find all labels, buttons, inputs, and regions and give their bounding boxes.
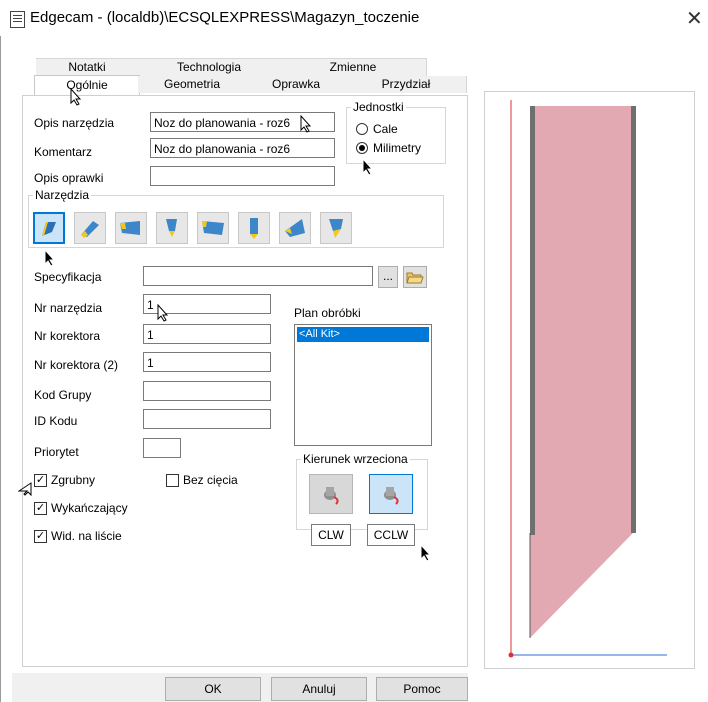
window-title: Edgecam - (localdb)\ECSQLEXPRESS\Magazyn… xyxy=(30,9,420,26)
mouse-cursor-icon xyxy=(18,482,32,496)
id-kodu-label: ID Kodu xyxy=(34,414,78,428)
mouse-cursor-icon xyxy=(420,544,432,562)
priorytet-field[interactable] xyxy=(143,438,181,458)
plan-listbox[interactable]: <All Kit> xyxy=(294,324,432,446)
wid-label: Wid. na liście xyxy=(51,529,122,543)
opis-oprawki-label: Opis oprawki xyxy=(34,171,104,185)
id-kodu-field[interactable] xyxy=(143,409,271,429)
wid-checkbox[interactable]: ✓ xyxy=(34,530,47,543)
tool-preview xyxy=(484,91,695,669)
kod-grupy-label: Kod Grupy xyxy=(34,388,92,402)
mouse-cursor-icon xyxy=(44,249,56,267)
plan-item-all-kit[interactable]: <All Kit> xyxy=(297,327,429,342)
help-button[interactable]: Pomoc xyxy=(376,677,468,701)
tool-insert-shape xyxy=(530,106,633,638)
tab-notatki[interactable]: Notatki xyxy=(36,58,139,76)
bez-ciecia-checkbox[interactable] xyxy=(166,474,179,487)
kod-grupy-field[interactable] xyxy=(143,381,271,401)
tool-drill-icon[interactable] xyxy=(238,212,270,244)
mouse-cursor-icon xyxy=(362,158,374,176)
komentarz-field[interactable]: Noz do planowania - roz6 xyxy=(150,138,335,158)
cclw-icon[interactable] xyxy=(369,474,413,514)
close-icon[interactable]: ✕ xyxy=(686,6,703,31)
specyfikacja-label: Specyfikacja xyxy=(34,270,102,284)
wykanczajacy-checkbox[interactable]: ✓ xyxy=(34,502,47,515)
tool-profiling-icon[interactable] xyxy=(279,212,311,244)
zgrubny-checkbox[interactable]: ✓ xyxy=(34,474,47,487)
nr-korektora-field[interactable]: 1 xyxy=(143,324,271,344)
preview-origin-point xyxy=(508,652,514,658)
komentarz-label: Komentarz xyxy=(34,145,93,159)
zgrubny-label: Zgrubny xyxy=(51,473,96,487)
bez-ciecia-label: Bez cięcia xyxy=(183,473,238,487)
opis-label: Opis narzędzia xyxy=(34,116,115,130)
mouse-cursor-icon xyxy=(70,88,82,106)
tab-oprawka[interactable]: Oprawka xyxy=(246,76,347,93)
window-border-left xyxy=(0,36,1,702)
specyfikacja-field[interactable] xyxy=(143,266,373,286)
priorytet-label: Priorytet xyxy=(34,445,79,459)
spindle-legend: Kierunek wrzeciona xyxy=(303,452,408,466)
app-icon xyxy=(10,11,25,28)
tool-turning-icon[interactable] xyxy=(33,212,65,244)
tab-ogolnie[interactable]: Ogólnie xyxy=(34,75,140,97)
tool-grooving-icon[interactable] xyxy=(74,212,106,244)
tab-przydzial[interactable]: Przydział xyxy=(346,76,467,93)
clw-icon[interactable] xyxy=(309,474,353,514)
tool-edge-left xyxy=(530,106,535,535)
tab-technologia[interactable]: Technologia xyxy=(138,58,281,76)
tab-geometria[interactable]: Geometria xyxy=(138,76,247,93)
browse-button[interactable]: ... xyxy=(378,266,398,288)
tool-custom-icon[interactable] xyxy=(320,212,352,244)
tool-parting-icon[interactable] xyxy=(115,212,147,244)
radio-cale[interactable] xyxy=(356,123,368,135)
opis-oprawki-field[interactable] xyxy=(150,166,335,186)
tool-threading-icon[interactable] xyxy=(156,212,188,244)
narzedzia-legend: Narzędzia xyxy=(35,188,90,202)
folder-open-icon[interactable] xyxy=(403,266,427,288)
wykanczajacy-label: Wykańczający xyxy=(51,501,128,515)
radio-milimetry-label: Milimetry xyxy=(373,141,421,155)
tab-zmienne[interactable]: Zmienne xyxy=(280,58,427,76)
units-legend: Jednostki xyxy=(353,100,404,114)
tool-boring-icon[interactable] xyxy=(197,212,229,244)
tool-edge-right xyxy=(631,106,636,533)
tool-preview-drawing xyxy=(508,100,667,658)
ok-button[interactable]: OK xyxy=(165,677,261,701)
nr-korektora2-label: Nr korektora (2) xyxy=(34,358,119,372)
nr-korektora2-field[interactable]: 1 xyxy=(143,352,271,372)
mouse-cursor-icon xyxy=(300,115,312,133)
nr-korektora-label: Nr korektora xyxy=(34,329,101,343)
title-bar: Edgecam - (localdb)\ECSQLEXPRESS\Magazyn… xyxy=(0,0,708,36)
cancel-button[interactable]: Anuluj xyxy=(271,677,367,701)
cclw-button[interactable]: CCLW xyxy=(367,524,415,546)
plan-label: Plan obróbki xyxy=(294,306,361,320)
mouse-cursor-icon xyxy=(157,304,169,322)
nr-narzedzia-label: Nr narzędzia xyxy=(34,301,103,315)
clw-button[interactable]: CLW xyxy=(311,524,351,546)
radio-milimetry[interactable] xyxy=(356,142,368,154)
radio-cale-label: Cale xyxy=(373,122,398,136)
